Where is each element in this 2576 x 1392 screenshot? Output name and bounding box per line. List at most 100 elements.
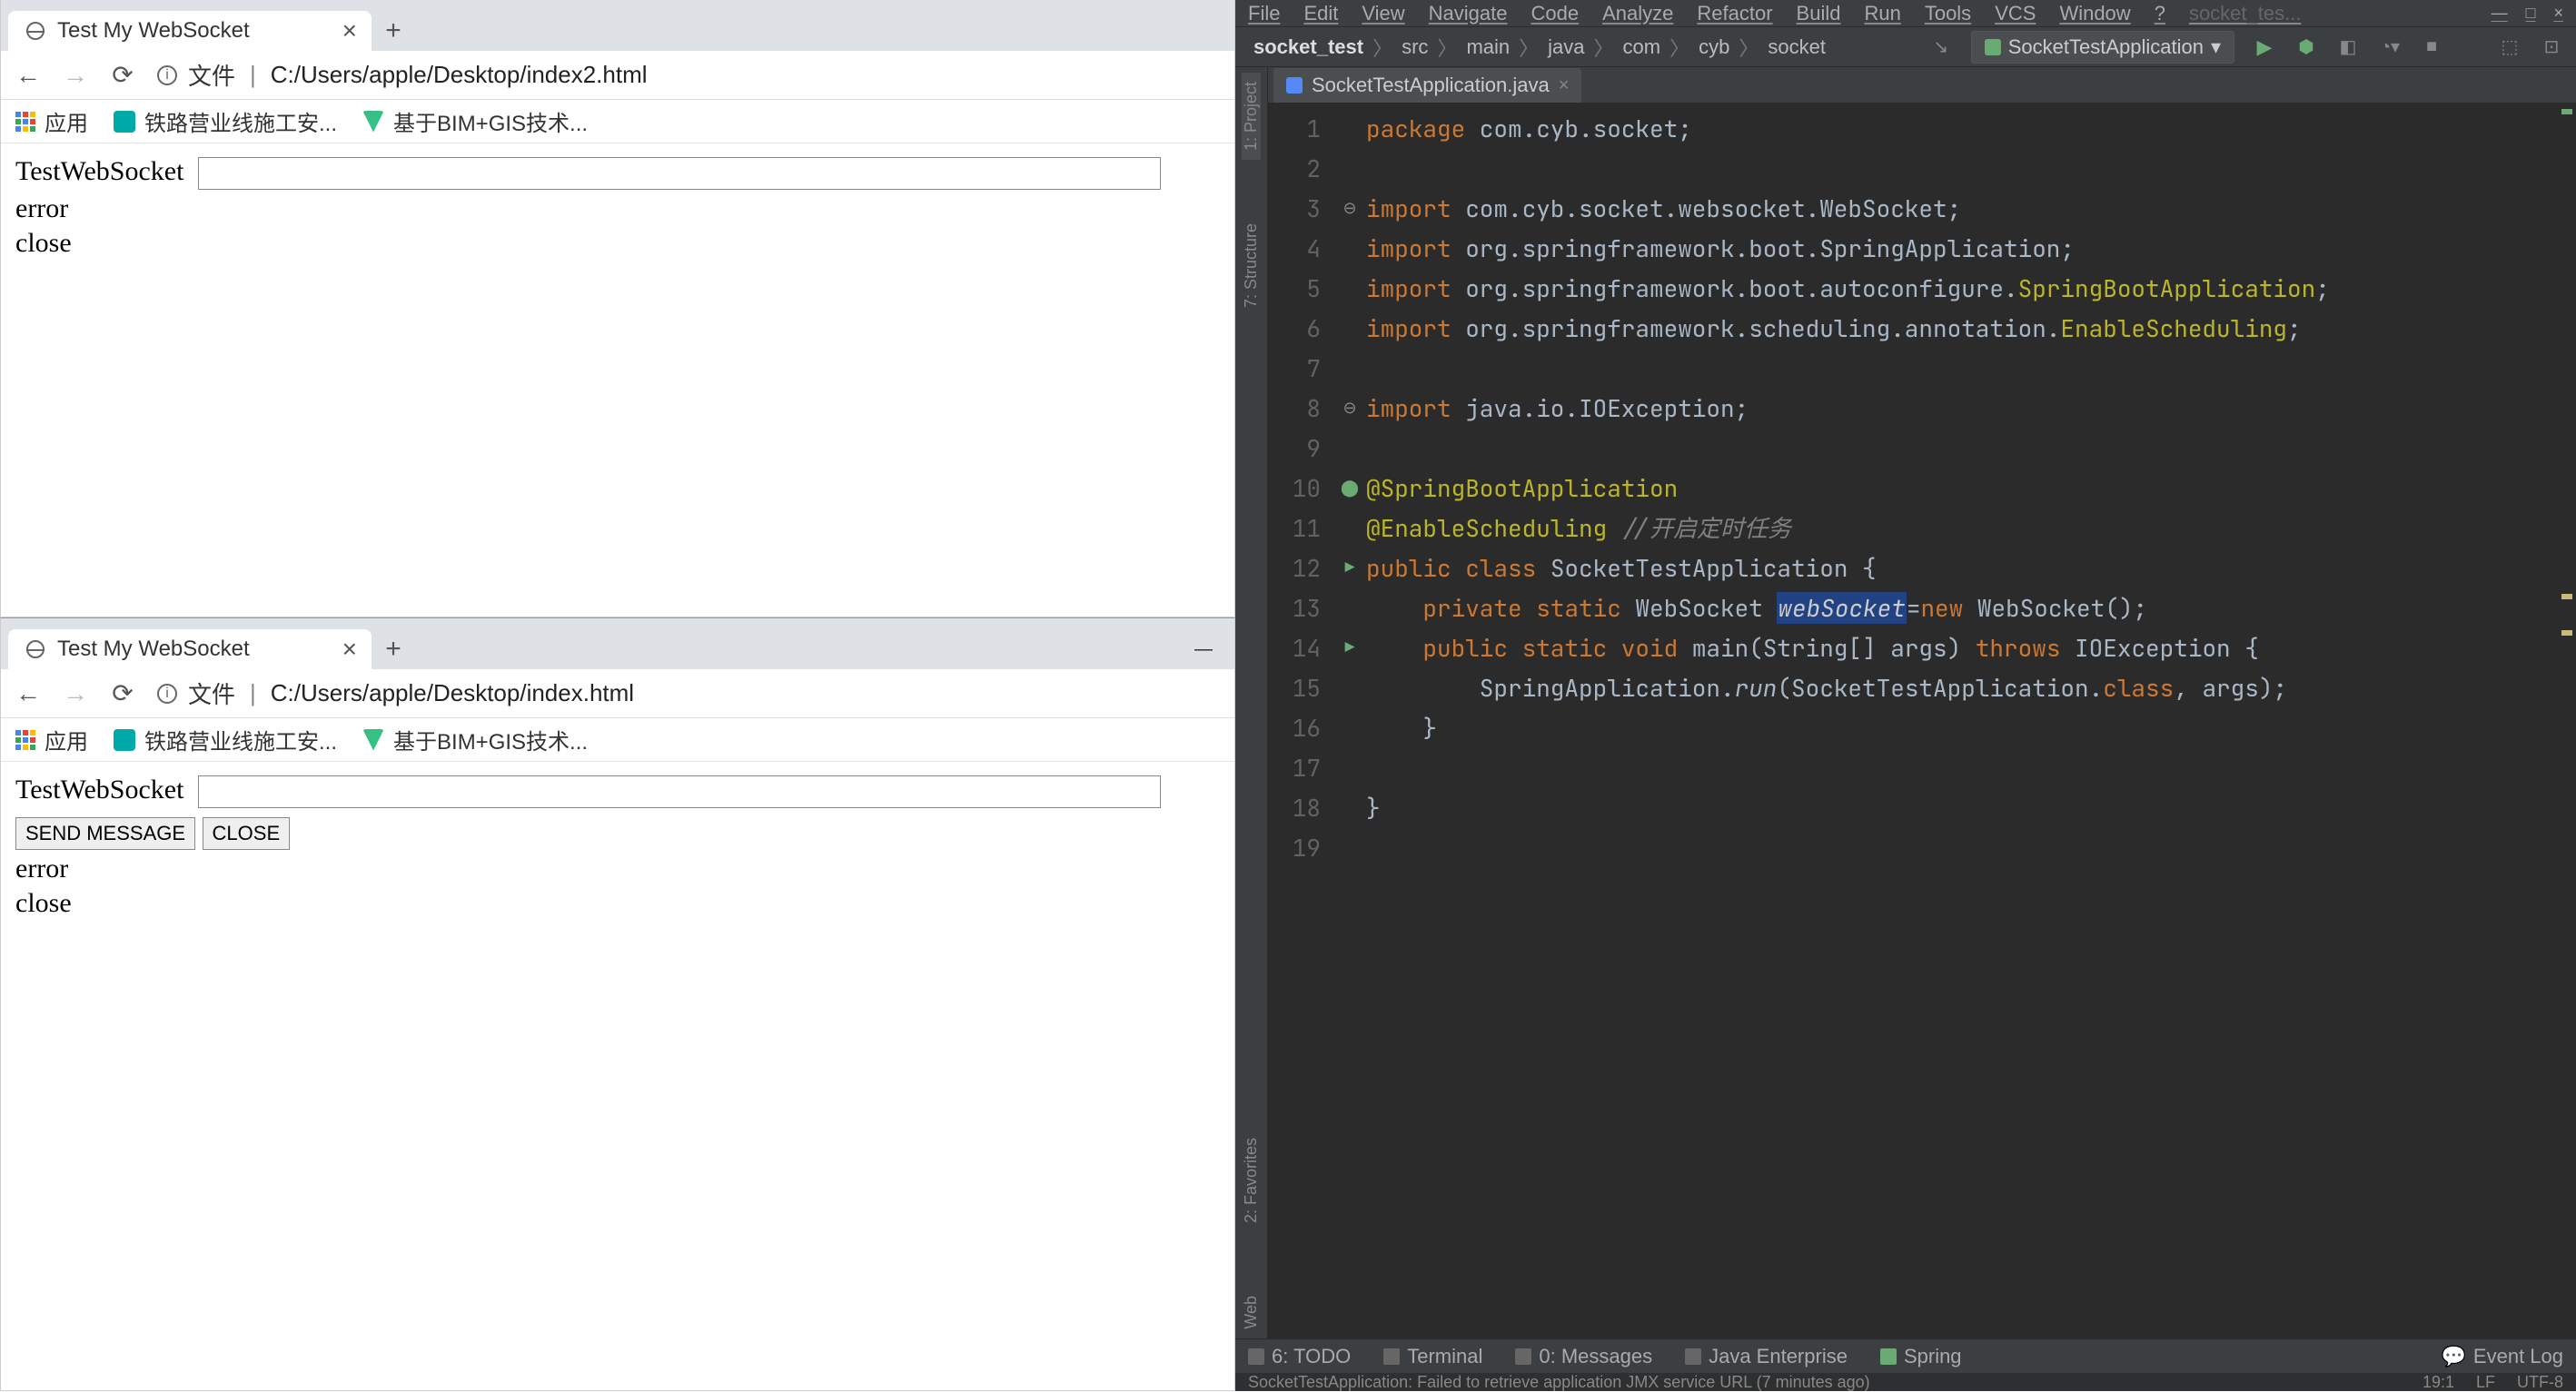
apps-button[interactable]: 应用 [15, 105, 88, 137]
bookmark-item[interactable]: 基于BIM+GIS技术... [362, 105, 588, 137]
maximize-button[interactable]: □ [2526, 4, 2536, 23]
browser-tab[interactable]: Test My WebSocket × [8, 11, 372, 51]
reload-button[interactable]: ⟳ [110, 63, 135, 88]
forward-button[interactable]: → [63, 681, 88, 706]
bottom-tool-bar: 6: TODO Terminal 0: Messages Java Enterp… [1235, 1338, 2576, 1373]
close-icon[interactable]: × [342, 635, 357, 664]
run-config-selector[interactable]: SocketTestApplication ▾ [1971, 31, 2234, 64]
close-button[interactable]: × [2553, 4, 2563, 23]
editor-tab-label: SocketTestApplication.java [1312, 74, 1550, 97]
menu-refactor[interactable]: Refactor [1697, 2, 1772, 25]
bookmark-item[interactable]: 基于BIM+GIS技术... [362, 724, 588, 755]
forward-button[interactable]: → [63, 63, 88, 88]
menu-edit[interactable]: Edit [1303, 2, 1338, 25]
event-log-button[interactable]: 💬Event Log [2442, 1345, 2563, 1368]
crumb[interactable]: socket [1762, 34, 1831, 61]
vcs-button[interactable]: ⬚ [2498, 35, 2522, 59]
browser-window-2: Test My WebSocket × + — ← → ⟳ i 文件 | C:/… [0, 617, 1235, 1391]
bookmark-label: 铁路营业线施工安... [144, 724, 337, 755]
apps-label: 应用 [45, 105, 88, 137]
bookmark-label: 基于BIM+GIS技术... [393, 724, 588, 755]
url-input[interactable]: i 文件 | C:/Users/apple/Desktop/index.html [157, 676, 1220, 710]
back-button[interactable]: ← [15, 681, 41, 706]
globe-icon [26, 640, 45, 658]
crumb[interactable]: java [1542, 34, 1590, 61]
coverage-button[interactable]: ◧ [2336, 35, 2360, 59]
back-button[interactable]: ← [15, 63, 41, 88]
page-heading: TestWebSocket [15, 156, 183, 187]
editor-tab[interactable]: SocketTestApplication.java × [1273, 68, 1581, 103]
favorites-tool[interactable]: 2: Favorites [1242, 1129, 1261, 1232]
page-heading: TestWebSocket [15, 775, 183, 805]
window-controls: — [1173, 630, 1234, 669]
close-button[interactable]: CLOSE [203, 817, 291, 850]
reload-button[interactable]: ⟳ [110, 681, 135, 706]
crumb[interactable]: main [1461, 34, 1515, 61]
spring-tool[interactable]: Spring [1880, 1345, 1962, 1368]
bookmark-bar: 应用 铁路营业线施工安... 基于BIM+GIS技术... [1, 718, 1234, 762]
close-icon[interactable]: × [342, 16, 357, 45]
info-icon[interactable]: i [157, 65, 177, 85]
menu-window[interactable]: Window [2059, 2, 2130, 25]
websocket-input[interactable] [198, 157, 1161, 190]
crumb[interactable]: cyb [1693, 34, 1735, 61]
profile-button[interactable]: ◔▾ [2378, 35, 2402, 59]
error-stripe[interactable] [2554, 104, 2576, 1338]
project-tool[interactable]: 1: Project [1242, 73, 1261, 160]
structure-tool[interactable]: 7: Structure [1242, 214, 1261, 317]
minimize-button[interactable]: — [2492, 4, 2508, 23]
tool-window-bar: 1: Project 7: Structure 2: Favorites Web [1235, 67, 1268, 1338]
output-line: close [15, 228, 1220, 259]
search-button[interactable]: ⊡ [2540, 35, 2563, 59]
menu-help[interactable]: ? [2155, 2, 2165, 25]
menu-view[interactable]: View [1362, 2, 1404, 25]
todo-tool[interactable]: 6: TODO [1248, 1345, 1351, 1368]
menu-run[interactable]: Run [1864, 2, 1900, 25]
crumb[interactable]: socket_test [1248, 34, 1369, 61]
new-tab-button[interactable]: + [372, 11, 415, 51]
crumb[interactable]: com [1618, 34, 1667, 61]
terminal-tool[interactable]: Terminal [1383, 1345, 1482, 1368]
bookmark-label: 基于BIM+GIS技术... [393, 105, 588, 137]
menu-analyze[interactable]: Analyze [1602, 2, 1673, 25]
url-text: C:/Users/apple/Desktop/index2.html [271, 61, 648, 89]
status-line-ending: LF [2476, 1373, 2495, 1392]
info-icon[interactable]: i [157, 684, 177, 704]
debug-button[interactable]: ⬢ [2294, 35, 2318, 59]
title-text: socket_tes... [2189, 2, 2302, 25]
bookmark-bar: 应用 铁路营业线施工安... 基于BIM+GIS技术... [1, 100, 1234, 143]
browser-tab[interactable]: Test My WebSocket × [8, 629, 372, 669]
menu-tools[interactable]: Tools [1925, 2, 1971, 25]
build-button[interactable]: ↘ [1929, 35, 1953, 59]
bookmark-item[interactable]: 铁路营业线施工安... [114, 724, 337, 755]
crumb[interactable]: src [1396, 34, 1433, 61]
stop-button[interactable]: ■ [2420, 35, 2443, 59]
menu-navigate[interactable]: Navigate [1429, 2, 1508, 25]
bookmark-icon [114, 729, 135, 751]
menu-vcs[interactable]: VCS [1995, 2, 2036, 25]
menu-code[interactable]: Code [1531, 2, 1580, 25]
apps-icon [15, 112, 35, 132]
run-button[interactable]: ▶ [2253, 35, 2276, 59]
editor-area: SocketTestApplication.java × 12345678910… [1268, 67, 2576, 1338]
status-message: SocketTestApplication: Failed to retriev… [1248, 1373, 1870, 1392]
chevron-down-icon: ▾ [2211, 35, 2221, 59]
code-editor[interactable]: 12345678910111213141516171819 ⊖⊖⬤▶▶ pack… [1268, 104, 2576, 1338]
java-file-icon [1286, 77, 1303, 94]
bookmark-item[interactable]: 铁路营业线施工安... [114, 105, 337, 137]
url-input[interactable]: i 文件 | C:/Users/apple/Desktop/index2.htm… [157, 58, 1220, 92]
menu-file[interactable]: File [1248, 2, 1280, 25]
new-tab-button[interactable]: + [372, 629, 415, 669]
websocket-input[interactable] [198, 775, 1161, 808]
close-icon[interactable]: × [1559, 75, 1570, 96]
web-tool[interactable]: Web [1242, 1287, 1261, 1338]
address-bar: ← → ⟳ i 文件 | C:/Users/apple/Desktop/inde… [1, 51, 1234, 100]
code-lines[interactable]: package com.cyb.socket; import com.cyb.s… [1366, 104, 2554, 1338]
apps-button[interactable]: 应用 [15, 724, 88, 755]
menu-build[interactable]: Build [1797, 2, 1841, 25]
java-enterprise-tool[interactable]: Java Enterprise [1685, 1345, 1848, 1368]
minimize-button[interactable]: — [1194, 639, 1213, 660]
messages-tool[interactable]: 0: Messages [1515, 1345, 1652, 1368]
send-message-button[interactable]: SEND MESSAGE [15, 817, 195, 850]
globe-icon [26, 22, 45, 40]
